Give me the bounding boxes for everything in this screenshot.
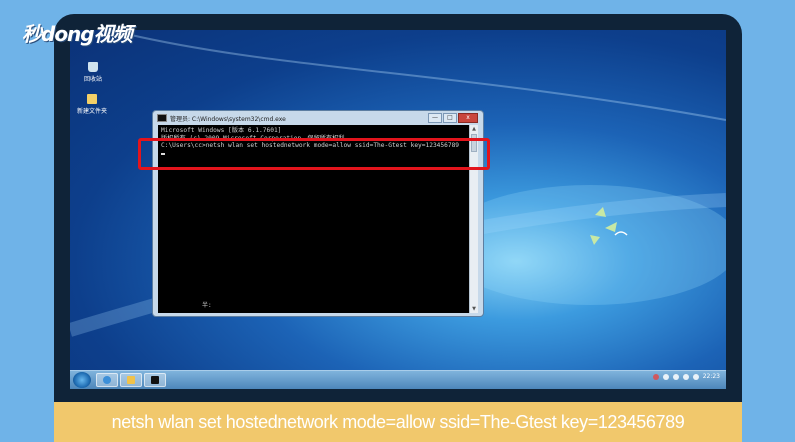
desktop-icon-new-folder[interactable]: 新建文件夹 [70, 94, 114, 115]
taskbar-ie-button[interactable] [96, 373, 118, 387]
window-controls: — □ x [428, 113, 478, 123]
volume-icon[interactable] [682, 373, 689, 380]
console-line: Microsoft Windows [版本 6.1.7601] [161, 127, 282, 134]
desktop-icon-label: 回收站 [83, 76, 102, 83]
taskbar-cmd-button[interactable] [144, 373, 166, 387]
close-button[interactable]: x [458, 113, 478, 123]
ie-icon [103, 376, 111, 384]
folder-icon [127, 376, 135, 384]
scroll-up-icon[interactable]: ▲ [471, 126, 477, 132]
cmd-titlebar[interactable]: 管理员: C:\Windows\system32\cmd.exe [157, 113, 286, 123]
desktop-icon-recycle-bin[interactable]: 回收站 [74, 62, 112, 83]
command-highlight-box [138, 138, 490, 170]
network-icon[interactable] [672, 373, 679, 380]
brand-logo: 秒dong视频 [22, 22, 133, 46]
system-tray: 22:23 [652, 373, 720, 380]
recycle-bin-icon [88, 62, 98, 72]
desktop-icon-label: 新建文件夹 [76, 108, 107, 115]
clock[interactable]: 22:23 [703, 373, 720, 380]
cmd-title: 管理员: C:\Windows\system32\cmd.exe [170, 115, 286, 123]
minimize-button[interactable]: — [428, 113, 442, 123]
maximize-button[interactable]: □ [443, 113, 457, 123]
taskbar: 22:23 [70, 370, 726, 389]
cmd-icon [151, 376, 159, 384]
start-button[interactable] [73, 372, 91, 388]
folder-icon [87, 94, 97, 104]
subtitle-text: netsh wlan set hostednetwork mode=allow … [111, 412, 685, 432]
taskbar-explorer-button[interactable] [120, 373, 142, 387]
flag-icon[interactable] [692, 373, 699, 380]
scroll-down-icon[interactable]: ▼ [471, 306, 477, 312]
tray-icon[interactable] [662, 373, 669, 380]
ime-status: 半: [202, 301, 212, 309]
tray-icon[interactable] [652, 373, 659, 380]
cmd-icon [157, 114, 167, 122]
